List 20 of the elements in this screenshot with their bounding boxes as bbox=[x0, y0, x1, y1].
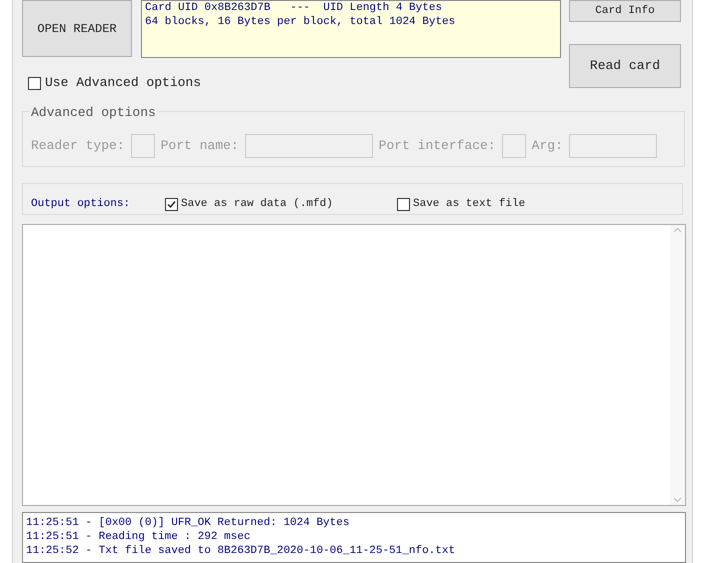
output-options-label: Output options: bbox=[31, 196, 132, 212]
scroll-down-icon[interactable] bbox=[673, 497, 682, 503]
scrollbar[interactable] bbox=[670, 225, 685, 505]
field-label: Port interface: bbox=[378, 137, 496, 156]
read-card-button[interactable]: Read card bbox=[569, 44, 681, 88]
checkbox[interactable] bbox=[28, 76, 41, 90]
checkbox-label: Save as text file bbox=[413, 196, 526, 212]
output-text-area[interactable] bbox=[22, 224, 686, 506]
checkbox[interactable] bbox=[397, 198, 410, 210]
open-reader-button[interactable]: OPEN READER bbox=[22, 0, 132, 57]
card-info-text: Card UID 0x8B263D7B --- UID Length 4 Bytes 64 blocks, 16 Bytes per block, total 1024 Bytes bbox=[141, 0, 561, 58]
field-label: Port name: bbox=[160, 137, 239, 156]
checkbox-label: Use Advanced options bbox=[45, 74, 202, 92]
scroll-up-icon[interactable] bbox=[673, 227, 682, 233]
checkbox-label: Save as raw data (.mfd) bbox=[181, 196, 333, 212]
log-text-area: 11:25:51 - [0x00 (0)] UFR_OK Returned: 1024 Bytes 11:25:51 - Reading time : 292 msec 11:25:52 - Txt file saved to 8B263D7B_2020-10-06_11-25-51_nfo.txt bbox=[22, 512, 686, 563]
field-label: Reader type: bbox=[31, 137, 125, 156]
field-label: Arg: bbox=[532, 137, 563, 156]
checkbox[interactable] bbox=[165, 198, 178, 210]
card-info-button[interactable]: Card Info bbox=[569, 0, 681, 22]
